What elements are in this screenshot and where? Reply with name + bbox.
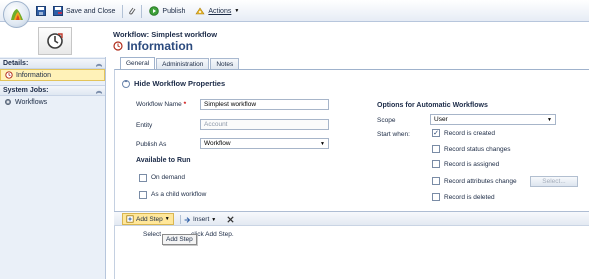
save-and-close-button[interactable]: Save and Close — [50, 3, 118, 19]
entity-field: Account — [200, 119, 329, 130]
chevron-down-icon: ▼ — [164, 216, 170, 222]
form-tabs: General Administration Notes — [120, 57, 240, 69]
publish-as-value: Workflow — [204, 140, 231, 147]
required-marker: * — [183, 101, 187, 108]
actions-icon — [195, 6, 205, 16]
hide-properties-toggle[interactable]: ⌃ Hide Workflow Properties — [122, 79, 225, 88]
delete-x-icon — [227, 216, 234, 223]
general-tab-panel — [114, 69, 589, 211]
save-and-close-label: Save and Close — [66, 7, 116, 15]
publish-as-select[interactable]: Workflow ▼ — [200, 138, 329, 149]
toolbar-separator — [141, 4, 143, 18]
record-assigned-checkbox[interactable] — [432, 160, 440, 168]
dynamics-logo-icon — [10, 8, 23, 20]
insert-icon — [184, 216, 191, 223]
command-bar: Save and Close Publish Actions ▼ — [0, 0, 589, 22]
toolbar-separator — [180, 215, 181, 224]
workflow-name-input[interactable]: Simplest workflow — [200, 99, 329, 110]
scope-label: Scope — [377, 117, 396, 124]
workflow-name-label-group: Workflow Name * — [136, 101, 186, 108]
record-deleted-checkbox[interactable] — [432, 193, 440, 201]
workflow-name-label: Workflow Name — [136, 101, 182, 108]
publish-button[interactable]: Publish — [146, 3, 188, 19]
hide-properties-label: Hide Workflow Properties — [134, 79, 226, 88]
child-workflow-checkbox[interactable] — [139, 191, 147, 199]
toolbar-save-group: Save and Close Publish Actions ▼ — [36, 3, 242, 19]
nav-item-workflows[interactable]: Workflows — [0, 96, 105, 108]
step-hint-prefix: Select — [143, 231, 162, 238]
record-attributes-checkbox[interactable] — [432, 177, 440, 185]
form-header — [0, 22, 589, 57]
tab-administration[interactable]: Administration — [156, 58, 210, 69]
publish-label: Publish — [162, 7, 186, 15]
collapse-icon[interactable]: ︽ — [96, 86, 102, 95]
record-created-label: Record is created — [444, 130, 495, 137]
nav-section-details[interactable]: Details: ︽ — [0, 58, 105, 69]
attach-icon[interactable] — [127, 6, 137, 16]
nav-section-system-jobs[interactable]: System Jobs: ︽ — [0, 85, 105, 96]
publish-as-label: Publish As — [136, 141, 167, 148]
record-created-checkbox[interactable]: ✓ — [432, 129, 440, 137]
scope-value: User — [434, 116, 448, 123]
form-title-label: Information — [127, 39, 193, 53]
tab-general[interactable]: General — [120, 57, 156, 69]
step-hint-suffix: click Add Step. — [191, 231, 234, 238]
workflow-icon — [5, 71, 13, 79]
add-step-tooltip: Add Step — [162, 234, 197, 245]
tab-notes[interactable]: Notes — [210, 58, 240, 69]
scope-select[interactable]: User ▼ — [430, 114, 556, 125]
form-title: Information — [113, 39, 193, 53]
insert-menu[interactable]: Insert ▼ — [180, 215, 216, 224]
nav-section-system-jobs-label: System Jobs: — [3, 87, 49, 94]
save-icon[interactable] — [36, 6, 46, 16]
select-attributes-button[interactable]: Select... — [530, 176, 578, 187]
chevron-down-icon: ▼ — [234, 8, 240, 14]
available-to-run-heading: Available to Run — [136, 157, 191, 164]
insert-label: Insert — [193, 216, 210, 223]
workflows-gear-icon — [5, 99, 11, 105]
actions-menu[interactable]: Actions ▼ — [192, 3, 242, 19]
chevron-down-icon: ▼ — [211, 216, 217, 223]
chevron-down-icon: ▼ — [547, 116, 552, 123]
add-step-button[interactable]: Add Step ▼ — [122, 213, 174, 225]
toolbar-separator — [122, 4, 124, 18]
record-assigned-label: Record is assigned — [444, 161, 500, 168]
auto-workflow-options-heading: Options for Automatic Workflows — [377, 102, 488, 109]
save-close-icon — [53, 6, 63, 16]
nav-section-details-label: Details: — [3, 60, 29, 67]
nav-item-information[interactable]: Information — [0, 69, 105, 81]
actions-label: Actions — [208, 7, 232, 15]
application-logo[interactable] — [3, 1, 30, 28]
entity-label: Entity — [136, 122, 153, 129]
child-workflow-label: As a child workflow — [151, 191, 207, 198]
nav-item-workflows-label: Workflows — [15, 98, 48, 106]
delete-step-button[interactable] — [226, 215, 235, 224]
start-when-label: Start when: — [377, 131, 410, 138]
add-step-icon — [126, 215, 134, 223]
record-status-label: Record status changes — [444, 146, 511, 153]
workflow-entity-icon — [38, 27, 72, 55]
workflow-icon — [113, 41, 123, 51]
chevron-down-icon: ▼ — [320, 140, 325, 147]
publish-icon — [149, 6, 160, 16]
add-step-label: Add Step — [136, 215, 163, 223]
collapse-circle-icon: ⌃ — [122, 79, 130, 88]
record-status-checkbox[interactable] — [432, 145, 440, 153]
record-deleted-label: Record is deleted — [444, 194, 495, 201]
on-demand-checkbox[interactable] — [139, 174, 147, 182]
workflow-name-heading: Workflow: Simplest workflow — [113, 30, 218, 39]
on-demand-label: On demand — [151, 174, 185, 181]
left-navigation: Details: ︽ Information System Jobs: ︽ Wo… — [0, 57, 106, 279]
nav-item-information-label: Information — [16, 71, 52, 79]
collapse-icon[interactable]: ︽ — [96, 59, 102, 68]
record-attributes-label: Record attributes change — [444, 178, 517, 185]
